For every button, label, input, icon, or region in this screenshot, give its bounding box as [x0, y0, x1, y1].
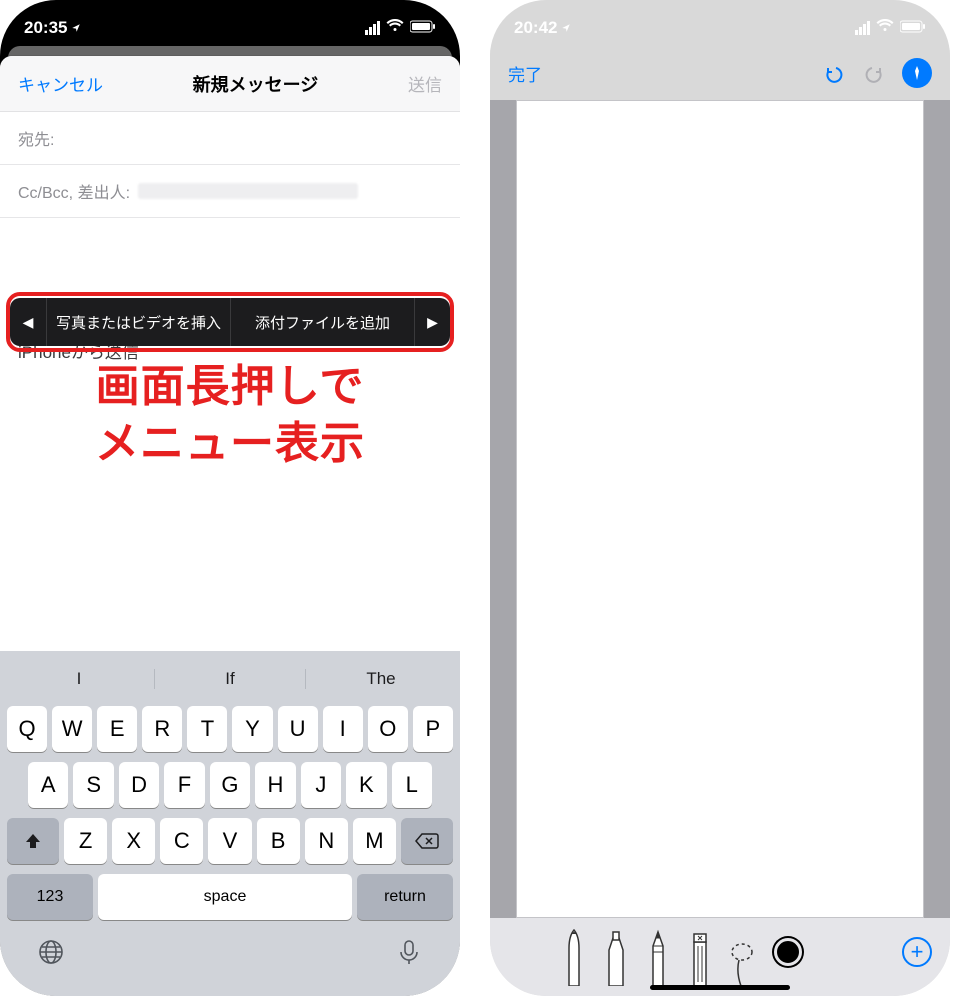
- key-l[interactable]: L: [392, 762, 432, 808]
- numeric-key[interactable]: 123: [7, 874, 93, 920]
- menu-scroll-right-icon[interactable]: ▶: [414, 298, 450, 346]
- key-row-3: Z X C V B N M: [4, 813, 456, 869]
- key-o[interactable]: O: [368, 706, 408, 752]
- key-z[interactable]: Z: [64, 818, 107, 864]
- key-i[interactable]: I: [323, 706, 363, 752]
- to-field[interactable]: 宛先:: [0, 112, 460, 165]
- add-shape-button[interactable]: +: [902, 937, 932, 967]
- wifi-icon: [876, 18, 894, 38]
- marker-tool[interactable]: [600, 926, 632, 986]
- send-button[interactable]: 送信: [408, 71, 442, 96]
- mail-title: 新規メッセージ: [193, 71, 319, 97]
- key-c[interactable]: C: [160, 818, 203, 864]
- pen-mode-button[interactable]: [902, 58, 932, 88]
- markup-toolbar: 完了: [490, 48, 950, 98]
- key-h[interactable]: H: [255, 762, 295, 808]
- battery-icon: [410, 18, 436, 38]
- space-key[interactable]: space: [98, 874, 352, 920]
- cellular-signal-icon: [855, 21, 870, 35]
- cc-label: Cc/Bcc, 差出人:: [18, 179, 130, 203]
- key-g[interactable]: G: [210, 762, 250, 808]
- key-d[interactable]: D: [119, 762, 159, 808]
- mail-compose-sheet: キャンセル 新規メッセージ 送信 宛先: Cc/Bcc, 差出人: iPhone…: [0, 56, 460, 996]
- cellular-signal-icon: [365, 21, 380, 35]
- keyboard-suggestions: I If The: [4, 657, 456, 701]
- to-label: 宛先:: [18, 126, 54, 150]
- cc-bcc-from-field[interactable]: Cc/Bcc, 差出人:: [0, 165, 460, 218]
- phone-markup-editor: 20:42 完了: [490, 0, 950, 996]
- globe-icon[interactable]: [36, 937, 66, 972]
- undo-button[interactable]: [818, 58, 848, 88]
- key-row-4: 123 space return: [4, 869, 456, 925]
- home-indicator[interactable]: [650, 985, 790, 990]
- pen-tool[interactable]: [558, 926, 590, 986]
- keyboard: I If The Q W E R T Y U I O P A S D F: [0, 651, 460, 996]
- key-y[interactable]: Y: [232, 706, 272, 752]
- from-address-blurred: [138, 183, 358, 199]
- microphone-icon[interactable]: [394, 937, 424, 972]
- key-v[interactable]: V: [208, 818, 251, 864]
- keyboard-bottom-row: [4, 925, 456, 978]
- menu-scroll-left-icon[interactable]: ◀: [10, 298, 46, 346]
- suggestion-1[interactable]: I: [4, 669, 155, 689]
- key-k[interactable]: K: [346, 762, 386, 808]
- key-r[interactable]: R: [142, 706, 182, 752]
- key-m[interactable]: M: [353, 818, 396, 864]
- insert-photo-video-button[interactable]: 写真またはビデオを挿入: [46, 298, 230, 346]
- return-key[interactable]: return: [357, 874, 453, 920]
- status-bar-left: 20:35: [0, 0, 460, 48]
- key-n[interactable]: N: [305, 818, 348, 864]
- color-picker-button[interactable]: [774, 938, 802, 966]
- key-row-2: A S D F G H J K L: [4, 757, 456, 813]
- shift-key[interactable]: [7, 818, 59, 864]
- location-icon: [71, 18, 81, 38]
- eraser-tool[interactable]: [684, 926, 716, 986]
- key-f[interactable]: F: [164, 762, 204, 808]
- annotation-text: 画面長押しで メニュー表示: [0, 358, 460, 472]
- mail-header: キャンセル 新規メッセージ 送信: [0, 56, 460, 112]
- status-bar-right: 20:42: [490, 0, 950, 48]
- key-a[interactable]: A: [28, 762, 68, 808]
- status-time: 20:35: [24, 18, 67, 38]
- annotation-line1: 画面長押しで: [0, 358, 460, 415]
- key-u[interactable]: U: [278, 706, 318, 752]
- phone-mail-compose: 20:35 キャンセル 新規メッセージ 送信 宛先: Cc/Bcc, 差出人:: [0, 0, 460, 996]
- key-w[interactable]: W: [52, 706, 92, 752]
- suggestion-3[interactable]: The: [306, 669, 456, 689]
- key-row-1: Q W E R T Y U I O P: [4, 701, 456, 757]
- key-s[interactable]: S: [73, 762, 113, 808]
- key-b[interactable]: B: [257, 818, 300, 864]
- key-q[interactable]: Q: [7, 706, 47, 752]
- pencil-tool[interactable]: [642, 926, 674, 986]
- add-attachment-button[interactable]: 添付ファイルを追加: [230, 298, 414, 346]
- cancel-button[interactable]: キャンセル: [18, 71, 103, 96]
- drawing-canvas[interactable]: [516, 100, 924, 918]
- key-e[interactable]: E: [97, 706, 137, 752]
- wifi-icon: [386, 18, 404, 38]
- key-t[interactable]: T: [187, 706, 227, 752]
- backspace-key[interactable]: [401, 818, 453, 864]
- key-p[interactable]: P: [413, 706, 453, 752]
- location-icon: [561, 18, 571, 38]
- context-menu: ◀ 写真またはビデオを挿入 添付ファイルを追加 ▶: [10, 298, 450, 346]
- done-button[interactable]: 完了: [508, 61, 542, 86]
- redo-button[interactable]: [860, 58, 890, 88]
- suggestion-2[interactable]: If: [155, 669, 306, 689]
- lasso-tool[interactable]: [726, 926, 758, 986]
- status-time: 20:42: [514, 18, 557, 38]
- context-menu-highlight: ◀ 写真またはビデオを挿入 添付ファイルを追加 ▶: [10, 298, 450, 346]
- key-j[interactable]: J: [301, 762, 341, 808]
- key-x[interactable]: X: [112, 818, 155, 864]
- annotation-line2: メニュー表示: [0, 415, 460, 472]
- battery-icon: [900, 18, 926, 38]
